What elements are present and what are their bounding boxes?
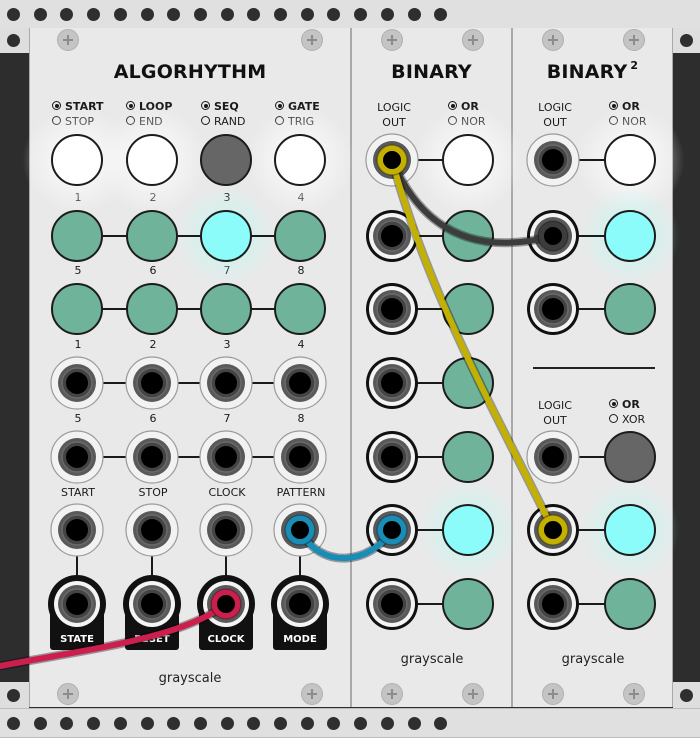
step-led-6[interactable]	[126, 283, 178, 335]
jack-hole	[289, 446, 311, 468]
stop-input-jack[interactable]	[125, 503, 179, 557]
jack-hole	[381, 225, 403, 247]
binary2-s2-logic-led[interactable]	[604, 431, 656, 483]
plug-hole	[544, 227, 562, 245]
jack-hole	[542, 446, 564, 468]
jack-hole	[66, 372, 88, 394]
jack-hole	[381, 593, 403, 615]
plug-hole	[383, 151, 401, 169]
jack-hole	[66, 446, 88, 468]
toggle-button-2[interactable]	[126, 134, 178, 186]
jack-hole	[381, 298, 403, 320]
jack-hole	[215, 372, 237, 394]
toggle-button-1[interactable]	[51, 134, 103, 186]
step-input-jack-2[interactable]	[125, 356, 179, 410]
jack-hole	[141, 593, 163, 615]
step-input-jack-7[interactable]	[199, 430, 253, 484]
jack-hole	[215, 446, 237, 468]
binary-input-jack-2[interactable]	[366, 283, 418, 335]
jack-hole	[215, 519, 237, 541]
step-input-jack-8[interactable]	[273, 430, 327, 484]
binary2-s1-channel-led-1[interactable]	[604, 210, 656, 262]
step-input-jack-6[interactable]	[125, 430, 179, 484]
binary-channel-led-6[interactable]	[442, 578, 494, 630]
step-input-jack-3[interactable]	[199, 356, 253, 410]
binary2-s1-logic-led[interactable]	[604, 134, 656, 186]
jack-hole	[542, 149, 564, 171]
step-led-3[interactable]	[200, 210, 252, 262]
step-led-7[interactable]	[200, 283, 252, 335]
jack-hole	[66, 519, 88, 541]
jack-hole	[542, 593, 564, 615]
jack-hole	[289, 372, 311, 394]
binary2-s2-channel-led-1[interactable]	[604, 504, 656, 556]
plug-hole	[383, 521, 401, 539]
binary2-s1-channel-led-2[interactable]	[604, 283, 656, 335]
binary-input-jack-3[interactable]	[366, 357, 418, 409]
step-input-jack-1[interactable]	[50, 356, 104, 410]
step-led-4[interactable]	[274, 210, 326, 262]
start-input-jack[interactable]	[50, 503, 104, 557]
cable-red[interactable]	[0, 601, 229, 670]
binary2-s1-logic-out-jack[interactable]	[526, 133, 580, 187]
binary-logic-led[interactable]	[442, 134, 494, 186]
jack-hole	[141, 372, 163, 394]
plug-hole	[291, 521, 309, 539]
step-led-1[interactable]	[51, 210, 103, 262]
jack-hole	[542, 298, 564, 320]
step-led-5[interactable]	[51, 283, 103, 335]
jack-hole	[381, 372, 403, 394]
binary-input-jack-4[interactable]	[366, 431, 418, 483]
binary2-s2-input-jack-2[interactable]	[527, 578, 579, 630]
step-led-2[interactable]	[126, 210, 178, 262]
step-input-jack-5[interactable]	[50, 430, 104, 484]
binary-channel-led-4[interactable]	[442, 431, 494, 483]
jack-hole	[289, 593, 311, 615]
toggle-button-4[interactable]	[274, 134, 326, 186]
plug-hole	[544, 521, 562, 539]
step-input-jack-4[interactable]	[273, 356, 327, 410]
state-output-jack[interactable]	[51, 578, 103, 630]
binary2-s2-channel-led-2[interactable]	[604, 578, 656, 630]
step-led-8[interactable]	[274, 283, 326, 335]
toggle-button-3[interactable]	[200, 134, 252, 186]
reset-output-jack[interactable]	[126, 578, 178, 630]
binary-channel-led-5[interactable]	[442, 504, 494, 556]
jack-hole	[141, 519, 163, 541]
hardware-layer	[0, 133, 656, 671]
jack-hole	[381, 446, 403, 468]
binary2-s2-logic-out-jack[interactable]	[526, 430, 580, 484]
binary-input-jack-6[interactable]	[366, 578, 418, 630]
jack-hole	[66, 593, 88, 615]
mode-output-jack[interactable]	[274, 578, 326, 630]
binary2-s1-input-jack-2[interactable]	[527, 283, 579, 335]
jack-hole	[141, 446, 163, 468]
clock-input-jack[interactable]	[199, 503, 253, 557]
plug-hole	[217, 595, 235, 613]
